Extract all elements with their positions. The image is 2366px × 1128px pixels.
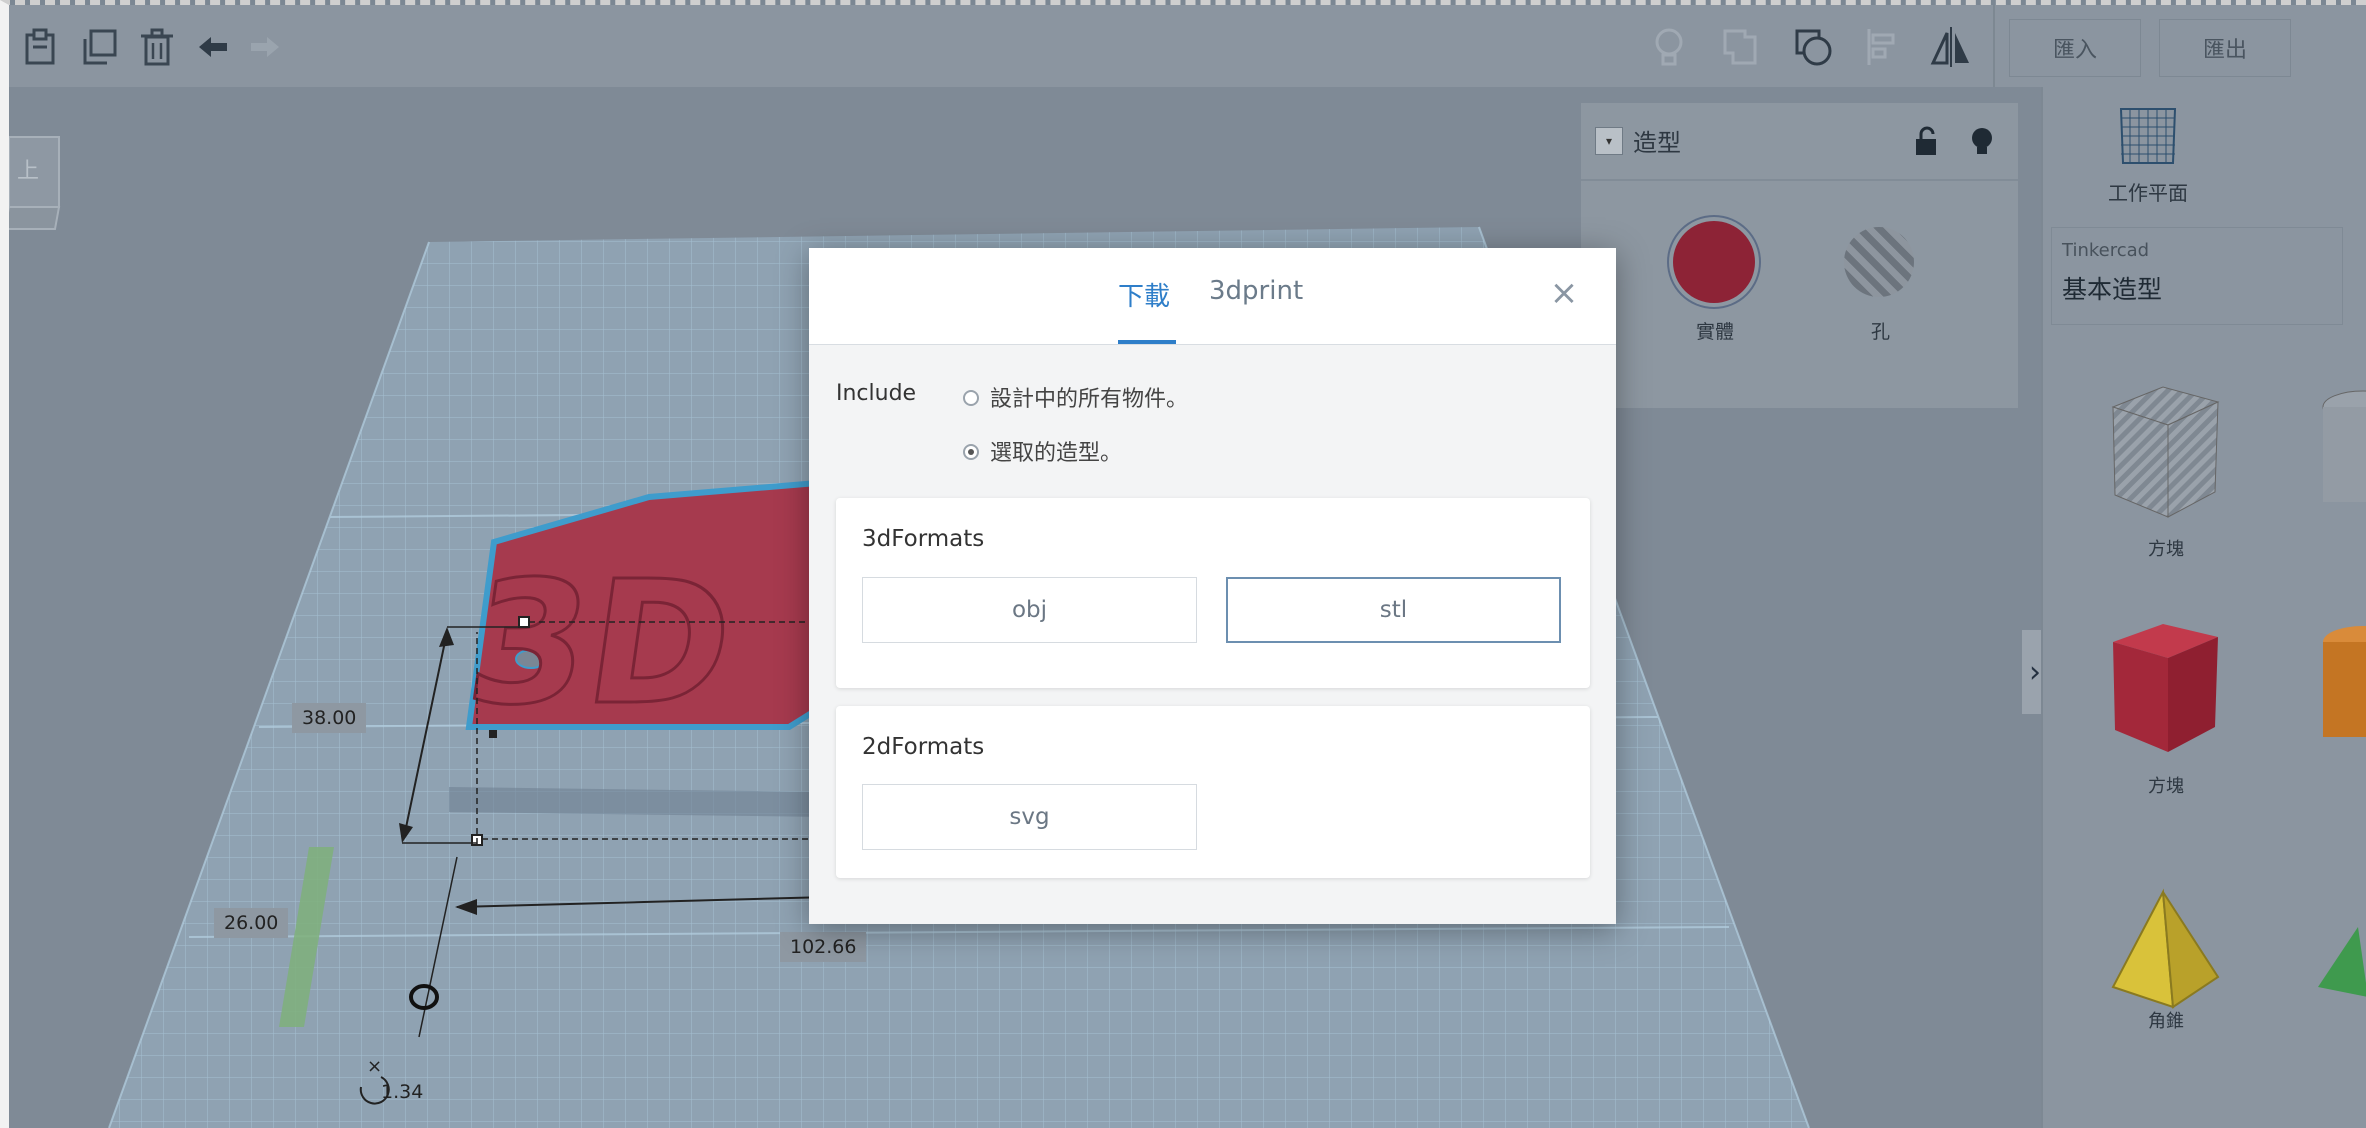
include-label: Include <box>836 381 917 406</box>
pyramid-icon[interactable] <box>2093 877 2233 1027</box>
workplane-icon <box>2119 108 2177 164</box>
lightbulb-icon[interactable] <box>1637 19 1701 75</box>
visibility-bulb-icon[interactable] <box>1967 125 1997 159</box>
3d-formats-title: 3dFormats <box>862 526 985 552</box>
mirror-icon[interactable] <box>1919 19 1983 75</box>
2d-formats-title: 2dFormats <box>862 734 985 760</box>
library-name: 基本造型 <box>2062 275 2163 304</box>
ungroup-icon[interactable] <box>1781 19 1845 75</box>
lock-icon[interactable] <box>1911 125 1941 157</box>
radio-selected-shapes[interactable] <box>963 444 979 460</box>
collapse-dropdown-icon[interactable]: ▾ <box>1595 127 1623 155</box>
tab-download[interactable]: 下載 <box>1118 276 1170 313</box>
duplicate-icon[interactable] <box>71 19 127 75</box>
inspector-title: 造型 <box>1633 129 1681 157</box>
radio-all-objects-label[interactable]: 設計中的所有物件。 <box>990 381 1188 413</box>
shape-library-select[interactable]: Tinkercad 基本造型 <box>2051 227 2343 325</box>
green-roof-icon[interactable] <box>2298 877 2366 1027</box>
shape-label-box-hole: 方塊 <box>2148 539 2184 560</box>
trash-icon[interactable] <box>129 19 185 75</box>
depth-dimension[interactable]: 26.00 <box>214 908 289 938</box>
workplane-button[interactable]: 工作平面 <box>2043 87 2253 217</box>
workplane-label: 工作平面 <box>2108 181 2188 205</box>
red-box-icon[interactable] <box>2093 612 2233 762</box>
close-icon[interactable]: × <box>1549 276 1579 310</box>
paste-icon[interactable] <box>13 19 69 75</box>
solid-label: 實體 <box>1696 321 1735 343</box>
radio-all-objects[interactable] <box>963 390 979 406</box>
inspector-header: ▾ 造型 <box>1581 103 2018 181</box>
stl-format-button[interactable]: stl <box>1226 577 1561 643</box>
redo-icon[interactable] <box>237 19 293 75</box>
top-toolbar: 匯入 匯出 <box>9 5 2366 89</box>
tab-3dprint[interactable]: 3dprint <box>1209 276 1303 306</box>
svg-format-button[interactable]: svg <box>862 784 1197 850</box>
striped-box-icon[interactable] <box>2093 377 2233 527</box>
align-icon[interactable] <box>1851 19 1915 75</box>
obj-format-button[interactable]: obj <box>862 577 1197 643</box>
undo-icon[interactable] <box>185 19 241 75</box>
shape-inspector: ▾ 造型 實體 孔 <box>1581 103 2018 408</box>
width-dimension[interactable]: 102.66 <box>780 932 867 962</box>
shapes-sidebar: 工作平面 Tinkercad 基本造型 方塊 方塊 角錐 <box>2041 87 2366 1128</box>
shape-label-pyramid: 角錐 <box>2148 1011 2184 1032</box>
3d-formats-card: 3dFormats obj stl <box>836 498 1590 688</box>
elevation-dimension[interactable]: 1.34 <box>371 1077 433 1107</box>
svg-text:3D: 3D <box>457 545 744 743</box>
svg-text:×: × <box>367 1056 382 1077</box>
radio-selected-shapes-label[interactable]: 選取的造型。 <box>990 435 1122 467</box>
viewcube-face-label: 上 <box>17 159 40 184</box>
group-icon[interactable] <box>1709 19 1773 75</box>
hole-label: 孔 <box>1871 321 1891 343</box>
export-button[interactable]: 匯出 <box>2159 19 2291 77</box>
2d-formats-card: 2dFormats svg <box>836 706 1590 878</box>
download-dialog: 下載 3dprint × Include 設計中的所有物件。 選取的造型。 3d… <box>809 248 1616 924</box>
import-button[interactable]: 匯入 <box>2009 19 2141 77</box>
solid-color-swatch[interactable] <box>1673 221 1755 303</box>
striped-cylinder-icon[interactable] <box>2313 377 2366 527</box>
active-tab-indicator <box>1118 340 1176 344</box>
library-source: Tinkercad <box>2062 240 2150 261</box>
orange-cylinder-icon[interactable] <box>2313 612 2366 762</box>
height-dimension[interactable]: 38.00 <box>292 703 367 733</box>
dialog-header: 下載 3dprint × <box>809 248 1616 345</box>
shape-label-box: 方塊 <box>2148 776 2184 797</box>
hole-swatch[interactable] <box>1844 227 1914 297</box>
